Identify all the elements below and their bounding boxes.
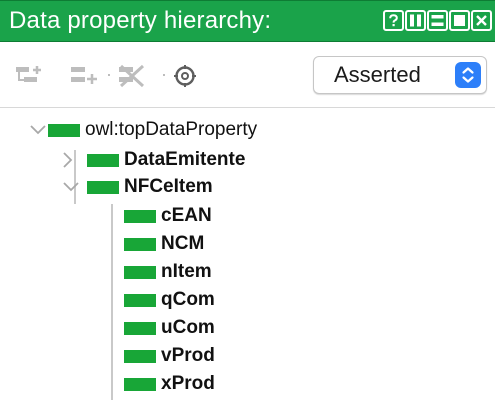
data-property-icon <box>124 377 156 391</box>
close-icon[interactable] <box>471 10 492 31</box>
tree-node-label: NFCeItem <box>124 176 213 197</box>
panel-title-bar: Data property hierarchy: <box>0 0 495 42</box>
tree-node-nfceitem[interactable]: NFCeItem <box>87 174 213 200</box>
tree-node-label: NCM <box>161 233 205 254</box>
tree-node-xprod[interactable]: xProd <box>124 371 215 397</box>
data-property-icon <box>124 209 156 223</box>
tree-node-label: vProd <box>161 345 215 366</box>
chevron-up-down-icon <box>455 62 481 88</box>
data-property-icon <box>124 293 156 307</box>
tree-node-label: nItem <box>161 261 212 282</box>
tree-guide-line <box>111 204 113 400</box>
delete-property-icon[interactable] <box>116 64 148 88</box>
tree-node-label: qCom <box>161 289 215 310</box>
minimize-icon[interactable] <box>427 10 448 31</box>
toolbar-separator: · <box>161 64 167 84</box>
add-sibling-property-icon[interactable] <box>70 64 100 88</box>
panel-title: Data property hierarchy: <box>9 7 272 34</box>
data-property-hierarchy-panel: Data property hierarchy: · · Asserted ow… <box>0 0 495 410</box>
tree-node-label: uCom <box>161 317 215 338</box>
help-icon[interactable] <box>383 10 404 31</box>
tree-node-nitem[interactable]: nItem <box>124 259 212 285</box>
data-property-icon <box>124 237 156 251</box>
add-subproperty-icon[interactable] <box>15 64 45 88</box>
find-usage-icon[interactable] <box>172 63 198 89</box>
tree-node-dataemitente[interactable]: DataEmitente <box>87 147 245 173</box>
data-property-icon <box>124 349 156 363</box>
tree-node-ncm[interactable]: NCM <box>124 231 204 257</box>
data-property-icon <box>87 180 119 194</box>
chevron-down-icon[interactable] <box>62 181 80 193</box>
data-property-icon <box>124 265 156 279</box>
split-view-icon[interactable] <box>405 10 426 31</box>
tree-node-ucom[interactable]: uCom <box>124 315 215 341</box>
tree-node-label: owl:topDataProperty <box>85 119 258 140</box>
tree-node-label: xProd <box>161 373 215 394</box>
property-tree: owl:topDataProperty DataEmitente NFCeIte… <box>0 108 495 410</box>
chevron-right-icon[interactable] <box>61 151 75 169</box>
maximize-icon[interactable] <box>449 10 470 31</box>
tree-node-vprod[interactable]: vProd <box>124 343 215 369</box>
tree-node-owl-topdataproperty[interactable]: owl:topDataProperty <box>48 117 257 143</box>
chevron-down-icon[interactable] <box>29 124 47 136</box>
data-property-icon <box>124 321 156 335</box>
tree-node-cean[interactable]: cEAN <box>124 203 212 229</box>
data-property-icon <box>87 153 119 167</box>
data-property-icon <box>48 123 80 137</box>
tree-node-label: cEAN <box>161 205 212 226</box>
hierarchy-mode-select[interactable]: Asserted <box>313 56 487 94</box>
toolbar-separator: · <box>106 64 112 84</box>
tree-node-label: DataEmitente <box>124 149 246 170</box>
hierarchy-mode-value: Asserted <box>334 62 421 87</box>
tree-node-qcom[interactable]: qCom <box>124 287 215 313</box>
